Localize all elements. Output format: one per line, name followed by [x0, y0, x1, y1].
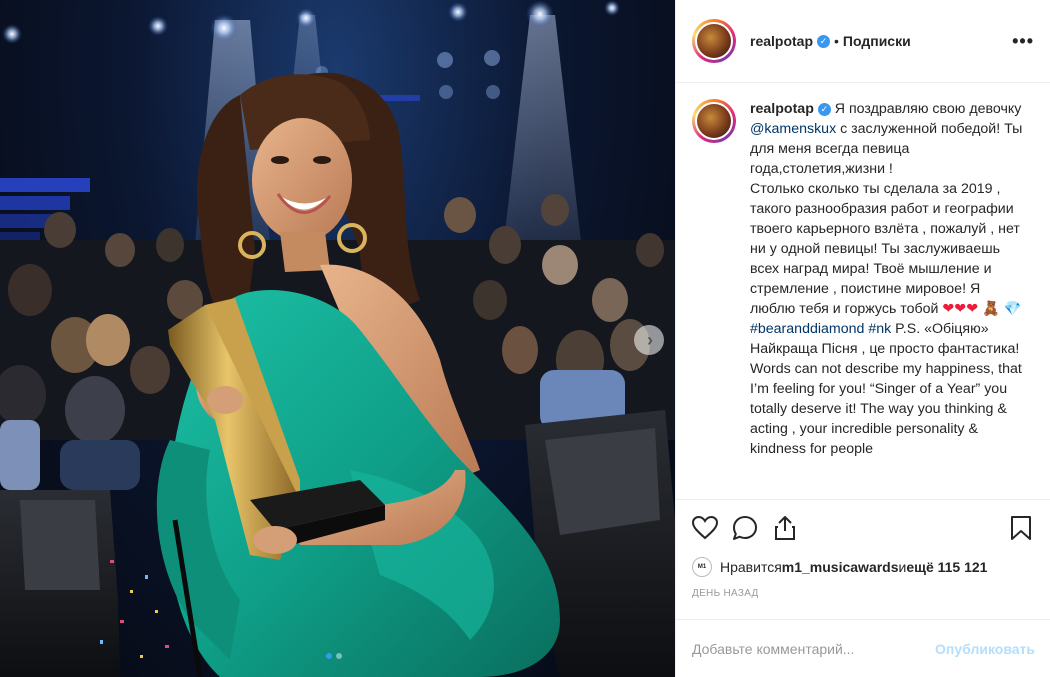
- liker-avatar[interactable]: M1: [692, 557, 712, 577]
- caption-area: realpotap ✓ Я поздравляю свою девочку @ka…: [676, 83, 1050, 500]
- comment-form: Опубликовать: [676, 619, 1050, 677]
- comment-input[interactable]: [692, 640, 936, 657]
- chevron-right-icon: ›: [647, 330, 653, 350]
- following-button[interactable]: Подписки: [843, 33, 911, 49]
- more-options-icon[interactable]: •••: [1012, 31, 1034, 52]
- liker-username[interactable]: m1_musicawards: [782, 559, 899, 575]
- caption-part-1: Я поздравляю свою девочку: [830, 101, 1022, 117]
- carousel-dot-2: [336, 653, 342, 659]
- caption-part-2: с заслуженной победой! Ты для меня всегд…: [750, 121, 1023, 317]
- bookmark-icon[interactable]: [1008, 515, 1034, 541]
- likes-middle: и: [898, 559, 907, 575]
- photo-scene: [0, 0, 675, 677]
- action-bar: [676, 500, 1050, 556]
- bear-emoji: 🧸: [982, 301, 1000, 317]
- share-icon[interactable]: [772, 515, 798, 541]
- post-header: realpotap ✓ • Подписки •••: [676, 0, 1050, 83]
- post-sidebar: realpotap ✓ • Подписки ••• realpotap ✓ Я …: [675, 0, 1050, 677]
- author-username[interactable]: realpotap: [750, 33, 813, 49]
- hearts-emoji: ❤❤❤: [942, 301, 979, 317]
- author-avatar[interactable]: [692, 19, 736, 63]
- publish-button[interactable]: Опубликовать: [935, 641, 1035, 657]
- post-photo[interactable]: ›: [0, 0, 675, 677]
- carousel-dots: [326, 653, 342, 659]
- separator-dot: •: [834, 33, 839, 49]
- comment-bubble-icon[interactable]: [732, 515, 758, 541]
- verified-badge-icon: ✓: [817, 34, 831, 48]
- caption-author-avatar[interactable]: [692, 99, 736, 143]
- like-heart-icon[interactable]: [692, 515, 718, 541]
- caption-text: realpotap ✓ Я поздравляю свою девочку @ka…: [750, 99, 1025, 499]
- caption-verified-badge-icon: ✓: [817, 102, 831, 116]
- caption-username[interactable]: realpotap: [750, 101, 814, 117]
- carousel-next-button[interactable]: ›: [634, 325, 664, 355]
- diamond-emoji: 💎: [1003, 301, 1022, 317]
- hashtag-link-2[interactable]: #nk: [868, 321, 891, 337]
- likes-count-button[interactable]: ещё 115 121: [906, 559, 987, 575]
- hashtag-link-1[interactable]: #bearanddiamond: [750, 321, 864, 337]
- post-time[interactable]: День назад: [676, 578, 1050, 599]
- likes-summary: M1 Нравится m1_musicawards и ещё 115 121: [676, 556, 1050, 578]
- likes-prefix: Нравится: [720, 559, 782, 575]
- caption-part-3: P.S. «Обіцяю» Найкраща Пісня , це просто…: [750, 321, 1022, 457]
- carousel-dot-1: [326, 653, 332, 659]
- mention-link[interactable]: @kamenskux: [750, 121, 836, 137]
